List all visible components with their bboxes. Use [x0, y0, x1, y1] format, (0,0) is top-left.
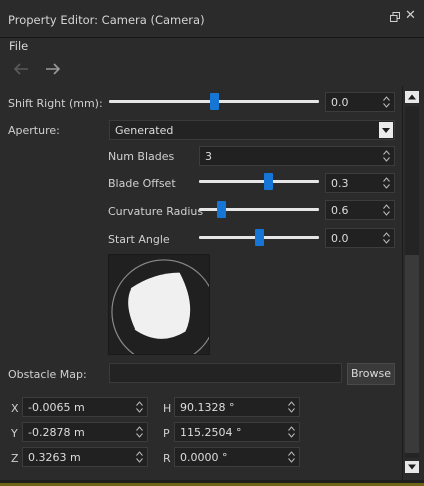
window-title: Property Editor: Camera (Camera) — [8, 13, 205, 27]
spin-up-icon[interactable] — [382, 176, 391, 183]
rotation-h-spinbox[interactable]: 90.1328 ° — [174, 397, 300, 417]
scroll-down-icon[interactable] — [405, 461, 419, 473]
spinbox-value: 0.0000 ° — [180, 451, 228, 464]
slider-handle[interactable] — [210, 93, 219, 110]
spinbox-value: 0.6 — [331, 204, 349, 217]
spinbox-value: 0.0 — [331, 232, 349, 245]
spin-down-icon[interactable] — [287, 457, 296, 464]
blade-offset-slider[interactable] — [199, 173, 319, 190]
num-blades-spinbox[interactable]: 3 — [199, 146, 395, 166]
spin-up-icon[interactable] — [287, 450, 296, 457]
spin-down-icon[interactable] — [135, 407, 144, 414]
arrow-left-icon[interactable] — [12, 62, 30, 76]
spin-up-icon[interactable] — [382, 203, 391, 210]
spin-up-icon[interactable] — [382, 149, 391, 156]
spin-down-icon[interactable] — [135, 457, 144, 464]
slider-handle[interactable] — [255, 229, 264, 246]
dropdown-selected-value: Generated — [115, 124, 174, 137]
scroll-up-icon[interactable] — [405, 91, 419, 103]
spin-down-icon[interactable] — [382, 102, 391, 109]
spinbox-value: 90.1328 ° — [180, 401, 235, 414]
num-blades-label: Num Blades — [108, 150, 175, 163]
h-label: H — [163, 402, 172, 415]
spinbox-value: -0.2878 m — [28, 426, 85, 439]
spin-up-icon[interactable] — [382, 231, 391, 238]
start-angle-label: Start Angle — [108, 233, 170, 246]
spin-up-icon[interactable] — [135, 450, 144, 457]
close-icon[interactable]: ✕ — [405, 9, 416, 23]
aperture-label: Aperture: — [8, 124, 60, 137]
spinbox-value: 3 — [205, 150, 212, 163]
y-label: Y — [11, 427, 18, 440]
rotation-p-spinbox[interactable]: 115.2504 ° — [174, 422, 300, 442]
spin-down-icon[interactable] — [287, 407, 296, 414]
spinbox-value: -0.0065 m — [28, 401, 85, 414]
spin-down-icon[interactable] — [382, 210, 391, 217]
arrow-right-icon[interactable] — [44, 62, 62, 76]
curvature-radius-slider[interactable] — [199, 201, 319, 218]
obstacle-map-field[interactable] — [109, 363, 342, 383]
start-angle-slider[interactable] — [199, 229, 319, 246]
spin-down-icon[interactable] — [382, 238, 391, 245]
obstacle-map-label: Obstacle Map: — [8, 368, 87, 381]
spin-down-icon[interactable] — [382, 156, 391, 163]
menu-file[interactable]: File — [9, 39, 28, 53]
position-y-spinbox[interactable]: -0.2878 m — [22, 422, 148, 442]
x-label: X — [11, 402, 19, 415]
spin-down-icon[interactable] — [382, 183, 391, 190]
slider-handle[interactable] — [217, 201, 226, 218]
spin-down-icon[interactable] — [287, 432, 296, 439]
rotation-r-spinbox[interactable]: 0.0000 ° — [174, 447, 300, 467]
aperture-dropdown[interactable]: Generated — [109, 120, 395, 140]
spinbox-value: 115.2504 ° — [180, 426, 242, 439]
browse-button[interactable]: Browse — [347, 363, 395, 385]
spin-up-icon[interactable] — [287, 425, 296, 432]
start-angle-spinbox[interactable]: 0.0 — [325, 228, 395, 248]
blade-offset-label: Blade Offset — [108, 177, 176, 190]
spin-up-icon[interactable] — [287, 400, 296, 407]
float-window-icon[interactable] — [390, 12, 400, 22]
position-z-spinbox[interactable]: 0.3263 m — [22, 447, 148, 467]
curvature-radius-spinbox[interactable]: 0.6 — [325, 200, 395, 220]
spin-down-icon[interactable] — [135, 432, 144, 439]
p-label: P — [163, 427, 170, 440]
slider-handle[interactable] — [264, 173, 273, 190]
menu-bar — [0, 38, 424, 56]
spin-up-icon[interactable] — [382, 95, 391, 102]
r-label: R — [163, 452, 171, 465]
position-x-spinbox[interactable]: -0.0065 m — [22, 397, 148, 417]
aperture-preview — [108, 254, 210, 355]
spinbox-value: 0.3263 m — [28, 451, 81, 464]
blade-offset-spinbox[interactable]: 0.3 — [325, 173, 395, 193]
shift-right-slider[interactable] — [109, 93, 319, 110]
shift-right-spinbox[interactable]: 0.0 — [325, 92, 395, 112]
spin-up-icon[interactable] — [135, 425, 144, 432]
nav-bar — [0, 56, 424, 86]
spin-up-icon[interactable] — [135, 400, 144, 407]
spinbox-value: 0.0 — [331, 96, 349, 109]
curvature-radius-label: Curvature Radius — [108, 205, 204, 218]
scrollbar-thumb[interactable] — [405, 255, 419, 453]
z-label: Z — [11, 452, 19, 465]
spinbox-value: 0.3 — [331, 177, 349, 190]
shift-right-label: Shift Right (mm): — [8, 97, 103, 110]
slider-track — [199, 180, 319, 183]
chevron-down-icon[interactable] — [379, 122, 393, 138]
